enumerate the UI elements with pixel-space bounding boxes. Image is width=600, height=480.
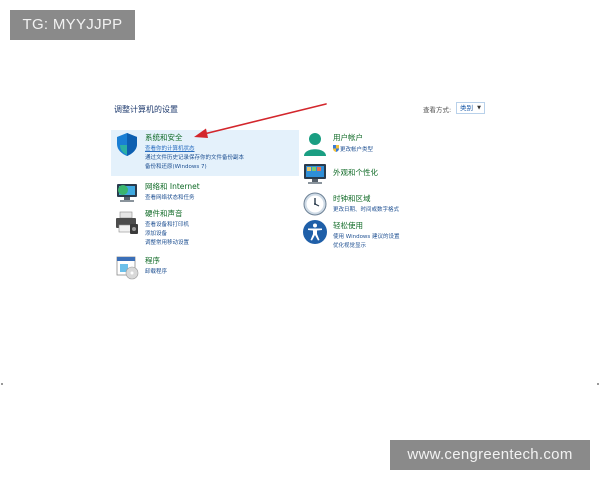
- link-backup-restore[interactable]: 备份和还原(Windows 7): [145, 162, 207, 170]
- link-change-account-type[interactable]: 更改帐户类型: [333, 145, 373, 153]
- view-by-dropdown[interactable]: 类别 ▼: [456, 102, 485, 114]
- link-view-computer-status[interactable]: 查看你的计算机状态: [145, 144, 195, 152]
- network-icon: [117, 184, 137, 202]
- category-title-network-internet[interactable]: 网络和 Internet: [145, 181, 200, 192]
- watermark-top-left: TG: MYYJJPP: [10, 10, 135, 40]
- ease-of-access-icon: [303, 220, 327, 244]
- view-by-label: 查看方式:: [423, 106, 452, 114]
- link-uninstall-program[interactable]: 卸载程序: [145, 267, 167, 275]
- edge-mark-right: [597, 383, 599, 385]
- watermark-bottom-right: www.cengreentech.com: [390, 440, 590, 470]
- category-title-programs[interactable]: 程序: [145, 255, 160, 266]
- user-accounts-icon: [304, 133, 326, 156]
- chevron-down-icon: ▼: [477, 105, 481, 111]
- category-title-user-accounts[interactable]: 用户帐户: [333, 132, 363, 143]
- shield-icon: [117, 133, 137, 156]
- appearance-icon: [304, 164, 326, 184]
- link-network-status[interactable]: 查看网络状态和任务: [145, 193, 195, 201]
- annotation-arrow: [194, 103, 327, 138]
- category-title-appearance[interactable]: 外观和个性化: [333, 167, 378, 178]
- page-title: 调整计算机的设置: [114, 105, 178, 114]
- uac-shield-icon: [333, 145, 339, 152]
- category-title-clock-region[interactable]: 时钟和区域: [333, 193, 371, 204]
- edge-mark-left: [1, 383, 3, 385]
- link-mobility-settings[interactable]: 调整常用移动设置: [145, 238, 189, 246]
- category-title-ease-of-access[interactable]: 轻松使用: [333, 220, 363, 231]
- clock-icon: [303, 192, 327, 216]
- view-by-value: 类别: [460, 104, 473, 112]
- link-file-history[interactable]: 通过文件历史记录保存你的文件备份副本: [145, 153, 244, 161]
- link-windows-suggested-settings[interactable]: 使用 Windows 建议的设置: [333, 232, 400, 240]
- link-add-device[interactable]: 添加设备: [145, 229, 167, 237]
- link-date-time-format[interactable]: 更改日期、时间或数字格式: [333, 205, 399, 213]
- programs-icon: [116, 256, 139, 280]
- category-title-hardware-sound[interactable]: 硬件和声音: [145, 208, 183, 219]
- link-devices-printers[interactable]: 查看设备和打印机: [145, 220, 189, 228]
- category-title-system-security[interactable]: 系统和安全: [145, 132, 183, 143]
- link-optimize-visual-display[interactable]: 优化视觉显示: [333, 241, 366, 249]
- link-change-account-type-label: 更改帐户类型: [340, 147, 374, 153]
- printer-icon: [116, 211, 138, 234]
